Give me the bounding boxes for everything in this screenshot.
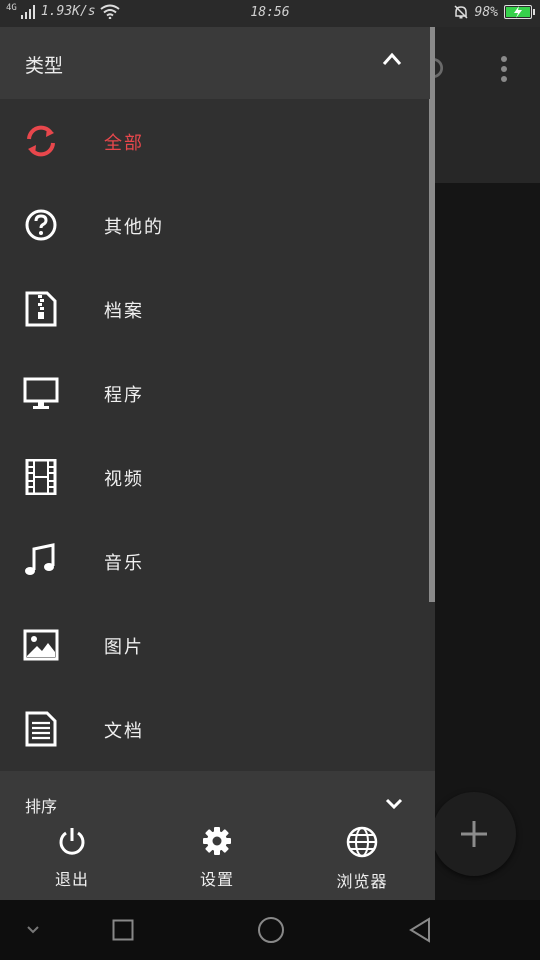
nav-item-label: 其他的 — [104, 217, 164, 238]
nav-item-label: 音乐 — [104, 553, 144, 574]
chevron-down-icon[interactable] — [385, 797, 403, 809]
sort-section-label: 排序 — [25, 797, 58, 816]
nav-item-programs[interactable]: 程序 — [0, 351, 430, 435]
power-icon — [59, 828, 85, 855]
add-fab-button[interactable] — [432, 792, 516, 876]
type-section-label: 类型 — [25, 55, 64, 77]
home-icon[interactable] — [257, 916, 285, 944]
film-icon — [25, 459, 57, 495]
settings-label: 设置 — [199, 870, 234, 889]
plus-icon — [461, 821, 487, 847]
settings-button[interactable]: 设置 — [167, 826, 267, 890]
alarm-off-icon — [453, 5, 468, 19]
nav-item-video[interactable]: 视频 — [0, 435, 430, 519]
nav-item-label: 图片 — [104, 637, 144, 658]
exit-label: 退出 — [54, 870, 89, 889]
nav-item-documents[interactable]: 文档 — [0, 687, 430, 771]
more-vert-icon[interactable] — [494, 55, 514, 83]
system-navigation-bar — [0, 900, 540, 960]
exit-button[interactable]: 退出 — [22, 826, 122, 890]
nav-item-pictures[interactable]: 图片 — [0, 603, 430, 687]
refresh-icon — [27, 125, 55, 157]
nav-item-archive[interactable]: 档案 — [0, 267, 430, 351]
recents-icon[interactable] — [112, 919, 134, 941]
status-bar: 4G 1.93K/s 18:56 98% — [0, 0, 540, 27]
gear-icon — [203, 827, 231, 855]
nav-item-label: 视频 — [104, 469, 144, 490]
collapse-icon[interactable] — [26, 925, 40, 935]
battery-percent: 98% — [474, 4, 498, 20]
browser-button[interactable]: 浏览器 — [312, 826, 412, 892]
document-icon — [25, 711, 57, 747]
nav-item-label: 全部 — [104, 133, 144, 154]
type-section-header[interactable]: 类型 — [0, 27, 430, 99]
help-circle-icon — [25, 209, 57, 241]
nav-item-other[interactable]: 其他的 — [0, 183, 430, 267]
drawer-bottom-actions: 退出 设置 浏览器 — [0, 822, 435, 900]
nav-item-label: 文档 — [104, 721, 144, 742]
archive-file-icon — [25, 291, 57, 327]
monitor-icon — [23, 377, 59, 409]
chevron-up-icon[interactable] — [382, 52, 402, 66]
music-note-icon — [25, 543, 55, 575]
back-icon[interactable] — [407, 917, 433, 943]
nav-item-all[interactable]: 全部 — [0, 99, 430, 183]
battery-icon — [504, 5, 535, 19]
navigation-drawer: 类型 全部 其他的 档案 程序 视频 音乐 图片 文档 排序 退出 设置 浏览器 — [0, 27, 435, 900]
image-icon — [23, 629, 59, 661]
globe-icon — [346, 826, 378, 858]
nav-item-label: 程序 — [104, 385, 144, 406]
nav-item-label: 档案 — [104, 301, 144, 322]
nav-item-music[interactable]: 音乐 — [0, 519, 430, 603]
browser-label: 浏览器 — [336, 872, 388, 891]
